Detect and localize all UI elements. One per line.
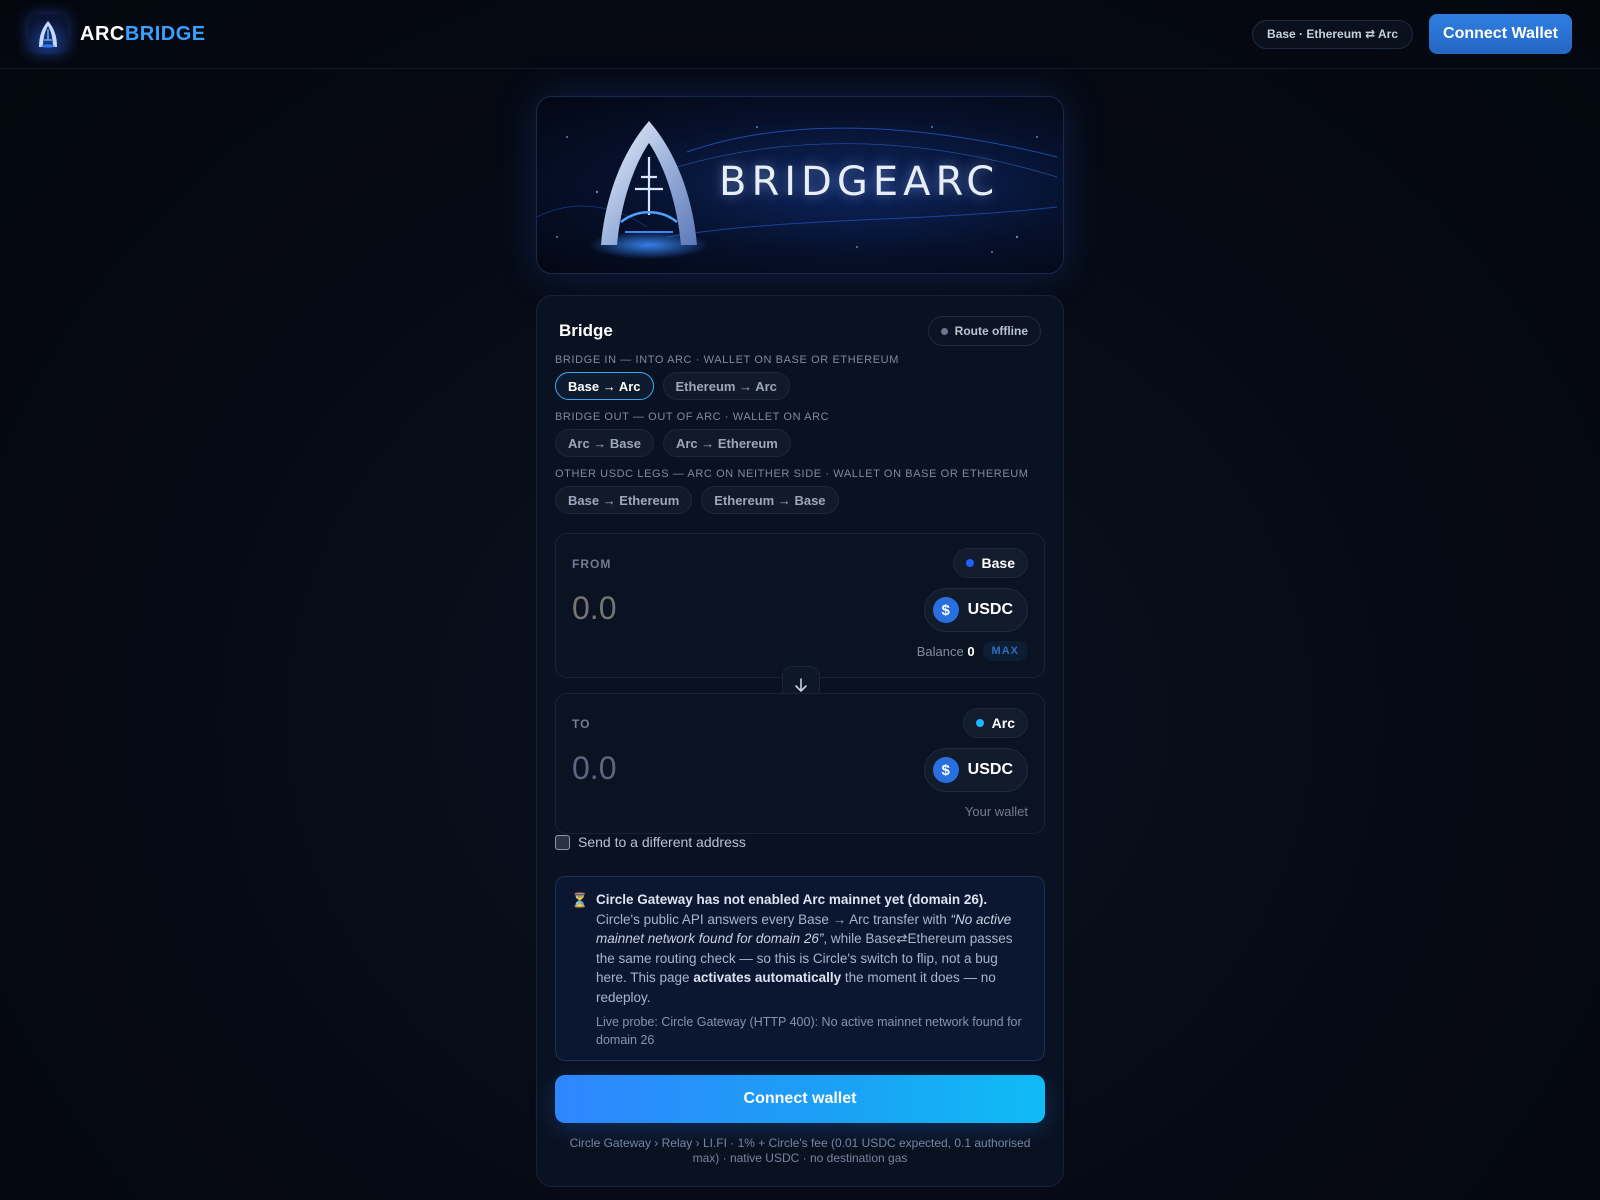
arc-logo-icon xyxy=(28,14,68,54)
brand-name-part2: BRIDGE xyxy=(124,22,206,45)
from-label: FROM xyxy=(572,557,612,571)
from-amount-input[interactable] xyxy=(572,590,872,627)
status-dot-icon xyxy=(940,327,948,335)
to-panel: TO Arc 0.0 $ USDC Your wallet xyxy=(555,693,1045,834)
brand-name: ARCBRIDGE xyxy=(80,23,206,46)
notice-title: Circle Gateway has not enabled Arc mainn… xyxy=(596,892,988,907)
gateway-notice: ⏳ Circle Gateway has not enabled Arc mai… xyxy=(555,876,1045,1061)
balance-label: Balance 0 xyxy=(917,644,975,659)
route-status-badge: Route offline xyxy=(927,316,1041,346)
route-chips-bridge-out: Arc → Base Arc → Ethereum xyxy=(555,429,791,457)
different-address-label: Send to a different address xyxy=(578,834,746,850)
destination-wallet-hint: Your wallet xyxy=(964,804,1028,819)
to-token-selector[interactable]: $ USDC xyxy=(923,748,1028,792)
route-chips-bridge-in: Base → Arc Ethereum → Arc xyxy=(555,372,790,400)
connect-wallet-cta-button[interactable]: Connect wallet xyxy=(555,1075,1045,1123)
route-chip-base-to-ethereum[interactable]: Base → Ethereum xyxy=(555,486,693,514)
route-chip-arc-to-ethereum[interactable]: Arc → Ethereum xyxy=(662,429,791,457)
bridge-card: Bridge Route offline BRIDGE IN — INTO AR… xyxy=(536,295,1064,1187)
balance-row: Balance 0 MAX xyxy=(917,641,1028,661)
to-network-selector[interactable]: Arc xyxy=(962,708,1028,738)
arrow-down-icon xyxy=(795,678,807,692)
card-title: Bridge xyxy=(559,321,613,340)
route-chip-ethereum-to-base[interactable]: Ethereum → Base xyxy=(701,486,839,514)
notice-text-1: Circle's public API answers every Base →… xyxy=(596,911,951,927)
hourglass-icon: ⏳ xyxy=(571,892,589,908)
to-token-label: USDC xyxy=(967,761,1013,778)
from-network-label: Base xyxy=(981,555,1015,571)
different-address-option[interactable]: Send to a different address xyxy=(555,834,746,850)
base-network-dot-icon xyxy=(965,559,974,567)
route-status-label: Route offline xyxy=(954,324,1028,338)
route-chips-other-legs: Base → Ethereum Ethereum → Base xyxy=(555,486,839,514)
route-chip-base-to-arc[interactable]: Base → Arc xyxy=(555,372,654,400)
route-chip-ethereum-to-arc[interactable]: Ethereum → Arc xyxy=(662,372,790,400)
brand[interactable]: ARCBRIDGE xyxy=(28,14,206,54)
max-button[interactable]: MAX xyxy=(982,641,1028,661)
usdc-icon: $ xyxy=(932,597,959,623)
banner-title: BRIDGEARC xyxy=(719,159,1000,205)
to-label: TO xyxy=(572,717,591,731)
network-route-badge: Base · Ethereum ⇄ Arc xyxy=(1252,19,1414,49)
hero-banner: BRIDGEARC xyxy=(536,96,1064,274)
from-panel: FROM Base $ USDC Balance 0 MAX xyxy=(555,533,1045,678)
route-chip-arc-to-base[interactable]: Arc → Base xyxy=(555,429,654,457)
to-network-label: Arc xyxy=(991,715,1015,731)
route-footnote: Circle Gateway › Relay › LI.FI · 1% + Ci… xyxy=(569,1136,1031,1165)
brand-name-part1: ARC xyxy=(80,22,125,45)
from-token-label: USDC xyxy=(967,601,1013,618)
group-label-other-legs: OTHER USDC LEGS — ARC ON NEITHER SIDE · … xyxy=(555,468,1029,480)
group-label-bridge-in: BRIDGE IN — INTO ARC · WALLET ON BASE OR… xyxy=(555,354,899,366)
top-bar: ARCBRIDGE Base · Ethereum ⇄ Arc Connect … xyxy=(0,0,1600,69)
from-network-selector[interactable]: Base xyxy=(952,548,1028,578)
to-amount-output: 0.0 xyxy=(572,750,617,786)
connect-wallet-button[interactable]: Connect Wallet xyxy=(1429,14,1572,54)
notice-body: Circle Gateway has not enabled Arc mainn… xyxy=(596,890,1028,1007)
from-token-selector[interactable]: $ USDC xyxy=(923,588,1028,632)
arc-network-dot-icon xyxy=(975,719,984,727)
live-probe-text: Live probe: Circle Gateway (HTTP 400): N… xyxy=(596,1015,1022,1047)
different-address-checkbox[interactable] xyxy=(555,834,570,850)
balance-value: 0 xyxy=(967,643,975,659)
balance-label-text: Balance xyxy=(916,643,964,659)
usdc-icon: $ xyxy=(932,757,959,783)
notice-emphasis: activates automatically xyxy=(693,970,842,985)
group-label-bridge-out: BRIDGE OUT — OUT OF ARC · WALLET ON ARC xyxy=(555,411,830,423)
